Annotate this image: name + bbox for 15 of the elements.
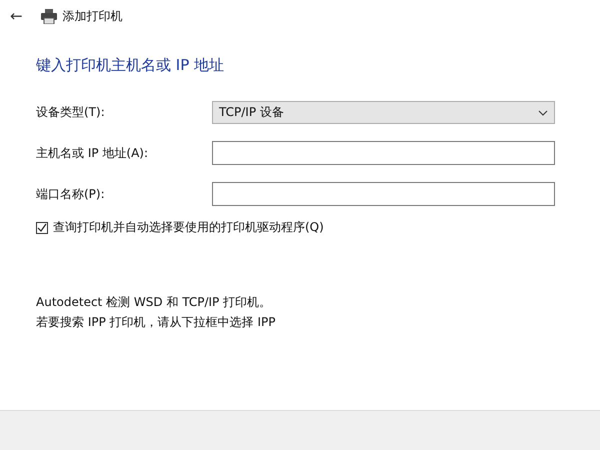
page-heading: 键入打印机主机名或 IP 地址 bbox=[36, 56, 226, 75]
checkbox-label: 查询打印机并自动选择要使用的打印机驱动程序(Q) bbox=[53, 219, 324, 236]
chevron-icon bbox=[538, 110, 548, 116]
field-label: 端口名称(P): bbox=[36, 186, 106, 202]
checkbox[interactable] bbox=[36, 222, 48, 234]
field-label: 主机名或 IP 地址(A): bbox=[36, 144, 150, 162]
input-field[interactable] bbox=[212, 182, 555, 206]
field-label: 设备类型(T): bbox=[36, 104, 106, 121]
printer-icon bbox=[40, 8, 57, 24]
back-button[interactable]: ← bbox=[6, 7, 27, 25]
info-text: 若要搜索 IPP 打印机，请从下拉框中选择 IPP bbox=[36, 314, 276, 331]
info-text: Autodetect 检测 WSD 和 TCP/IP 打印机。 bbox=[36, 294, 272, 311]
window-title: 添加打印机 bbox=[62, 8, 123, 24]
input-field[interactable] bbox=[212, 141, 555, 165]
device-type-dropdown[interactable]: TCP/IP 设备 bbox=[212, 101, 555, 124]
